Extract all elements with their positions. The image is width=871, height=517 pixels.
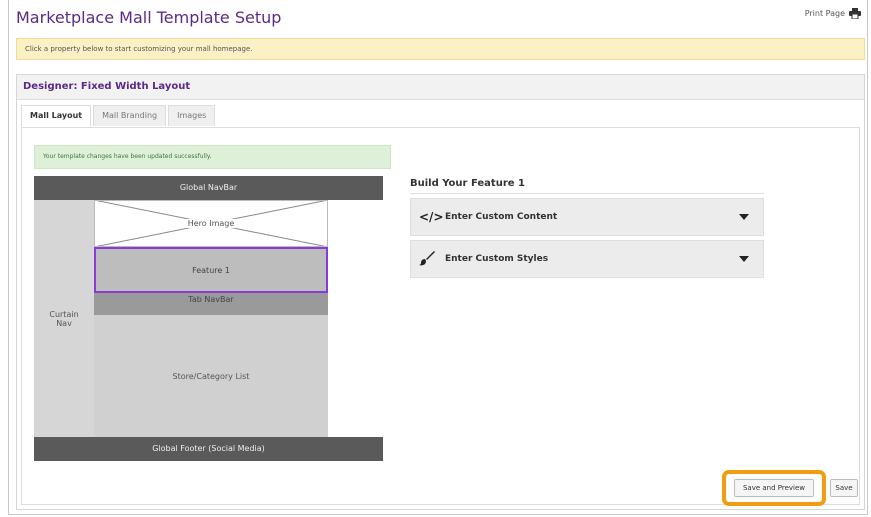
tab-mall-branding[interactable]: Mall Branding xyxy=(93,105,167,126)
designer-panel: Designer: Fixed Width Layout Mall Layout… xyxy=(16,74,865,510)
mall-layout-panel: Your template changes have been updated … xyxy=(21,127,860,505)
right-column-space xyxy=(328,200,383,437)
custom-styles-label: Enter Custom Styles xyxy=(445,254,549,264)
caret-down-icon xyxy=(739,256,749,262)
feature-1-block[interactable]: Feature 1 xyxy=(94,247,328,293)
designer-heading: Designer: Fixed Width Layout xyxy=(17,75,864,100)
tab-images[interactable]: Images xyxy=(168,105,216,126)
build-feature-title: Build Your Feature 1 xyxy=(410,178,764,194)
designer-tabs: Mall Layout Mall Branding Images xyxy=(21,105,217,127)
print-page-label: Print Page xyxy=(804,9,845,18)
layout-diagram: Global NavBar Curtain Nav Hero Image Fea… xyxy=(34,176,383,461)
caret-down-icon xyxy=(739,214,749,220)
save-preview-highlight: Save and Preview xyxy=(722,470,826,506)
curtain-nav-label: Curtain Nav xyxy=(49,309,79,328)
paintbrush-icon xyxy=(419,250,445,269)
instruction-notice: Click a property below to start customiz… xyxy=(16,38,865,60)
store-category-list-block[interactable]: Store/Category List xyxy=(94,315,328,437)
success-message: Your template changes have been updated … xyxy=(34,145,391,169)
save-and-preview-button[interactable]: Save and Preview xyxy=(733,479,815,497)
hero-image-block[interactable]: Hero Image xyxy=(94,200,328,247)
global-navbar-block[interactable]: Global NavBar xyxy=(34,176,383,200)
custom-styles-accordion[interactable]: Enter Custom Styles xyxy=(410,240,764,278)
code-icon: </> xyxy=(419,210,444,224)
save-button[interactable]: Save xyxy=(830,479,858,497)
hero-image-label: Hero Image xyxy=(184,219,238,228)
print-page-link[interactable]: Print Page xyxy=(805,8,861,19)
printer-icon xyxy=(849,8,861,19)
tab-mall-layout[interactable]: Mall Layout xyxy=(21,105,92,127)
custom-content-accordion[interactable]: </> Enter Custom Content xyxy=(410,198,764,236)
tab-navbar-block[interactable]: Tab NavBar xyxy=(94,293,328,315)
curtain-nav-block[interactable]: Curtain Nav xyxy=(34,200,94,437)
page-title: Marketplace Mall Template Setup xyxy=(16,8,282,27)
custom-content-label: Enter Custom Content xyxy=(445,212,558,222)
global-footer-block[interactable]: Global Footer (Social Media) xyxy=(34,437,383,461)
